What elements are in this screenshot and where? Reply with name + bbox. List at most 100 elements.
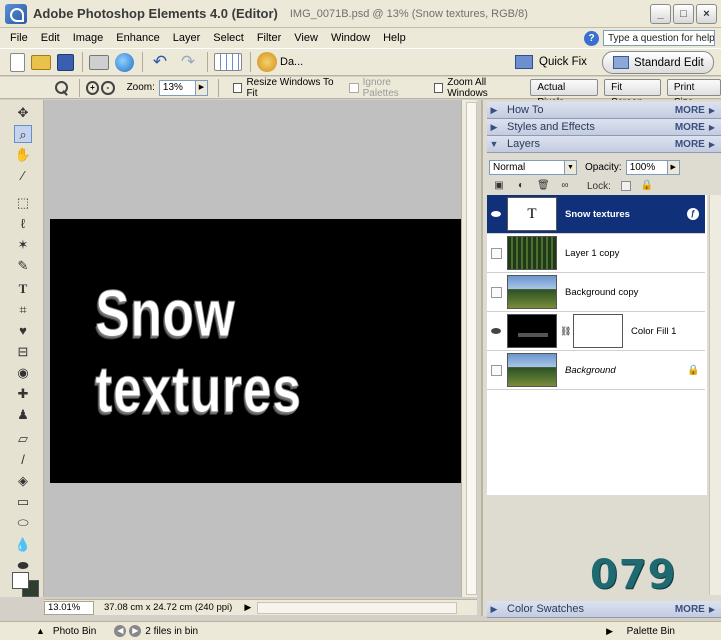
menu-layer[interactable]: Layer bbox=[166, 32, 207, 44]
move-tool-icon[interactable]: ✥ bbox=[14, 104, 32, 122]
eraser-tool-icon[interactable]: ▱ bbox=[14, 430, 32, 448]
lasso-tool-icon[interactable]: ℓ bbox=[14, 215, 32, 233]
hidden-box-icon bbox=[490, 286, 502, 298]
menu-help[interactable]: Help bbox=[376, 32, 412, 44]
type-tool-icon[interactable]: T bbox=[14, 280, 32, 298]
redo-icon[interactable]: ↷ bbox=[177, 51, 199, 73]
undo-icon[interactable]: ↶ bbox=[149, 51, 171, 73]
more-button[interactable]: MORE bbox=[675, 604, 705, 615]
paint-bucket-tool-icon[interactable]: ◈ bbox=[14, 472, 32, 490]
magic-wand-tool-icon[interactable]: ✶ bbox=[14, 236, 32, 254]
photo-bin-toggle-icon[interactable]: ▲ bbox=[36, 626, 45, 636]
more-button[interactable]: MORE bbox=[675, 105, 705, 116]
hand-tool-icon[interactable]: ✋ bbox=[14, 146, 32, 164]
lock-icon[interactable]: 🔒 bbox=[641, 180, 653, 192]
menu-edit[interactable]: Edit bbox=[34, 32, 66, 44]
visibility-toggle[interactable] bbox=[487, 234, 505, 272]
link-layers-icon[interactable]: ∞ bbox=[559, 180, 571, 192]
more-button[interactable]: MORE bbox=[675, 122, 705, 133]
styles-effects-palette-header[interactable]: ▶ Styles and Effects MORE ▶ bbox=[487, 119, 721, 136]
red-eye-tool-icon[interactable]: ◉ bbox=[14, 364, 32, 382]
minimize-button[interactable]: _ bbox=[650, 4, 671, 24]
opacity-arrow-icon[interactable]: ▶ bbox=[666, 160, 679, 174]
menu-window[interactable]: Window bbox=[324, 32, 376, 44]
zoom-all-windows-checkbox[interactable] bbox=[433, 82, 444, 93]
quick-fix-button[interactable]: Quick Fix bbox=[509, 51, 597, 73]
menu-enhance[interactable]: Enhance bbox=[109, 32, 165, 44]
save-icon[interactable] bbox=[57, 53, 74, 71]
close-button[interactable]: × bbox=[696, 4, 717, 24]
straighten-tool-icon[interactable]: ⊟ bbox=[14, 343, 32, 361]
layer-row-background-copy[interactable]: Background copy bbox=[487, 273, 705, 312]
menu-file[interactable]: File bbox=[0, 32, 34, 44]
print-icon[interactable] bbox=[89, 54, 109, 70]
new-layer-icon[interactable]: ▣ bbox=[493, 180, 505, 192]
zoom-out-icon[interactable]: - bbox=[101, 80, 115, 95]
visibility-toggle[interactable] bbox=[487, 312, 505, 350]
photo-bin-label[interactable]: Photo Bin bbox=[53, 626, 96, 637]
print-size-button[interactable]: Print Size bbox=[666, 79, 721, 108]
status-zoom-field[interactable]: 13.01% bbox=[44, 600, 94, 615]
zoom-input[interactable]: 13% ▶ bbox=[158, 79, 208, 96]
eyedropper-tool-icon[interactable]: ⁄ bbox=[14, 167, 32, 185]
cookie-cutter-tool-icon[interactable]: ♥ bbox=[14, 322, 32, 340]
menu-image[interactable]: Image bbox=[66, 32, 110, 44]
maximize-button[interactable]: □ bbox=[673, 4, 694, 24]
brush-tool-icon[interactable]: / bbox=[14, 451, 32, 469]
actual-pixels-button[interactable]: Actual Pixels bbox=[530, 79, 599, 108]
gradient-tool-icon[interactable]: ▭ bbox=[14, 493, 32, 511]
layers-palette-header[interactable]: ▼ Layers MORE ▶ bbox=[487, 136, 721, 153]
help-search-input[interactable] bbox=[603, 30, 715, 46]
menu-select[interactable]: Select bbox=[206, 32, 250, 44]
date-view-icon[interactable] bbox=[257, 52, 277, 72]
zoom-arrow-icon[interactable]: ▶ bbox=[195, 80, 207, 95]
open-folder-icon[interactable] bbox=[31, 54, 51, 70]
layer-row-background[interactable]: Background 🔒 bbox=[487, 351, 705, 390]
menu-view[interactable]: View bbox=[287, 32, 324, 44]
healing-brush-tool-icon[interactable]: ✚ bbox=[14, 385, 32, 403]
new-file-icon[interactable] bbox=[10, 52, 25, 72]
chevron-down-icon[interactable]: ▼ bbox=[564, 160, 576, 174]
foreground-color-swatch[interactable] bbox=[12, 572, 29, 589]
document-image[interactable]: Snow textures bbox=[50, 219, 461, 483]
marquee-tool-icon[interactable]: ⬚ bbox=[14, 194, 32, 212]
visibility-toggle[interactable] bbox=[487, 351, 505, 389]
next-photo-icon[interactable]: ▶ bbox=[129, 625, 142, 637]
selection-brush-tool-icon[interactable]: ✎ bbox=[14, 257, 32, 275]
browse-icon[interactable] bbox=[214, 53, 242, 71]
layer-row-snow-textures[interactable]: T Snow textures ƒ bbox=[487, 195, 705, 234]
canvas-horizontal-scrollbar[interactable] bbox=[257, 601, 458, 614]
delete-layer-icon[interactable]: 🗑 bbox=[537, 180, 550, 192]
visibility-toggle[interactable] bbox=[487, 273, 505, 311]
color-swatches-palette-header[interactable]: ▶ Color Swatches MORE ▶ bbox=[487, 601, 721, 618]
scrollbar-thumb[interactable] bbox=[466, 102, 477, 595]
blur-tool-icon[interactable]: 💧 bbox=[14, 536, 32, 554]
standard-edit-button[interactable]: Standard Edit bbox=[602, 51, 714, 74]
clone-stamp-tool-icon[interactable]: ♟ bbox=[14, 406, 32, 424]
canvas-vertical-scrollbar[interactable] bbox=[461, 100, 477, 597]
fit-screen-button[interactable]: Fit Screen bbox=[604, 79, 661, 108]
visibility-toggle[interactable] bbox=[487, 195, 505, 233]
layer-row-color-fill-1[interactable]: ⛓ Color Fill 1 bbox=[487, 312, 705, 351]
zoom-tool-icon[interactable]: ⌕ bbox=[14, 125, 32, 143]
adjustment-layer-icon[interactable]: ◐ bbox=[515, 180, 527, 192]
layer-row-layer-1-copy[interactable]: Layer 1 copy bbox=[487, 234, 705, 273]
opacity-input[interactable]: 100% ▶ bbox=[625, 159, 680, 175]
crop-tool-icon[interactable]: ⌗ bbox=[14, 301, 32, 319]
lock-transparency-checkbox[interactable] bbox=[620, 181, 631, 191]
layers-scrollbar[interactable] bbox=[709, 195, 721, 595]
status-menu-arrow-icon[interactable]: ▶ bbox=[244, 602, 251, 613]
more-button[interactable]: MORE bbox=[675, 139, 705, 150]
palette-bin-label[interactable]: Palette Bin bbox=[627, 626, 675, 637]
previous-photo-icon[interactable]: ◀ bbox=[114, 625, 127, 637]
shape-tool-icon[interactable]: ⬭ bbox=[14, 514, 32, 532]
chain-link-icon[interactable]: ⛓ bbox=[560, 326, 571, 337]
how-to-palette-header[interactable]: ▶ How To MORE ▶ bbox=[487, 102, 721, 119]
blend-mode-select[interactable]: Normal ▼ bbox=[489, 159, 577, 175]
date-view-label[interactable]: Da... bbox=[280, 56, 303, 68]
zoom-in-icon[interactable]: + bbox=[85, 80, 100, 95]
resize-windows-checkbox[interactable] bbox=[232, 82, 243, 93]
palette-bin-toggle-icon[interactable]: ▶ bbox=[606, 626, 613, 637]
menu-filter[interactable]: Filter bbox=[250, 32, 287, 44]
online-services-icon[interactable] bbox=[115, 52, 134, 72]
